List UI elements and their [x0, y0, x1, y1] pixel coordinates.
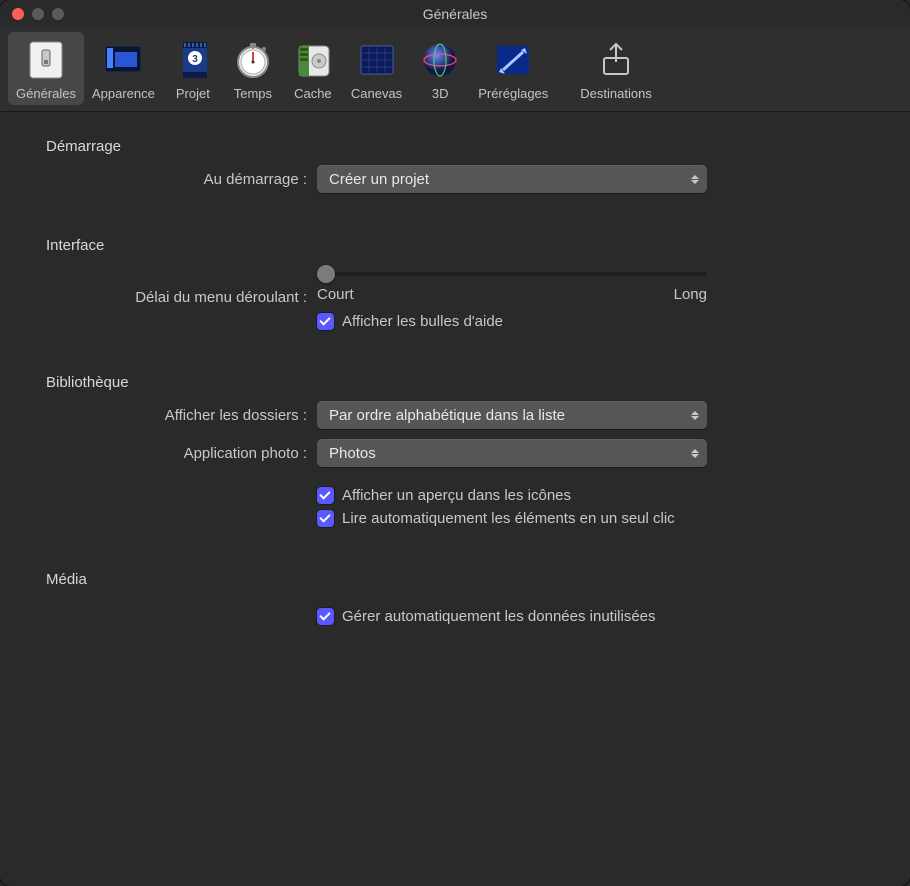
window-title: Générales	[0, 6, 910, 22]
minimize-button[interactable]	[32, 8, 44, 20]
select-value: Par ordre alphabétique dans la liste	[329, 407, 565, 424]
checkbox-auto-manage[interactable]: Gérer automatiquement les données inutil…	[317, 608, 888, 625]
tab-project[interactable]: 3 Projet	[163, 32, 223, 105]
tab-label: Destinations	[580, 86, 652, 101]
select-value: Créer un projet	[329, 171, 429, 188]
tab-time[interactable]: Temps	[223, 32, 283, 105]
select-photo-app[interactable]: Photos	[317, 439, 707, 467]
checkbox-label: Gérer automatiquement les données inutil…	[342, 608, 656, 625]
label-dropdown-delay: Délai du menu déroulant :	[22, 289, 317, 306]
content-area: Démarrage Au démarrage : Créer un projet…	[0, 112, 910, 653]
3d-icon	[418, 38, 462, 82]
row-photo-app: Application photo : Photos	[22, 439, 888, 467]
tab-label: 3D	[432, 86, 449, 101]
slider-min-label: Court	[317, 286, 354, 303]
tab-presets[interactable]: Préréglages	[470, 32, 556, 105]
updown-icon	[691, 175, 699, 184]
checkbox-label: Lire automatiquement les éléments en un …	[342, 510, 675, 527]
general-icon	[24, 38, 68, 82]
label-show-folders: Afficher les dossiers :	[22, 407, 317, 424]
preferences-window: Générales Générales App	[0, 0, 910, 886]
row-library-checks: Afficher un aperçu dans les icônes Lire …	[22, 477, 888, 527]
select-value: Photos	[329, 445, 376, 462]
close-button[interactable]	[12, 8, 24, 20]
tab-appearance[interactable]: Apparence	[84, 32, 163, 105]
share-icon	[594, 38, 638, 82]
label-on-startup: Au démarrage :	[22, 171, 317, 188]
canvas-icon	[355, 38, 399, 82]
cache-icon	[291, 38, 335, 82]
toolbar: Générales Apparence	[0, 28, 910, 112]
slider-thumb[interactable]	[317, 265, 335, 283]
updown-icon	[691, 449, 699, 458]
select-on-startup[interactable]: Créer un projet	[317, 165, 707, 193]
checkbox-icon	[317, 608, 334, 625]
row-on-startup: Au démarrage : Créer un projet	[22, 165, 888, 193]
traffic-lights	[12, 8, 64, 20]
updown-icon	[691, 411, 699, 420]
select-show-folders[interactable]: Par ordre alphabétique dans la liste	[317, 401, 707, 429]
section-library-title: Bibliothèque	[46, 374, 888, 391]
row-dropdown-delay: Délai du menu déroulant : Court Long Aff…	[22, 264, 888, 330]
svg-text:3: 3	[192, 54, 198, 65]
checkbox-label: Afficher les bulles d'aide	[342, 313, 503, 330]
titlebar: Générales	[0, 0, 910, 28]
tab-label: Temps	[234, 86, 272, 101]
maximize-button[interactable]	[52, 8, 64, 20]
checkbox-icon-previews[interactable]: Afficher un aperçu dans les icônes	[317, 487, 888, 504]
tab-cache[interactable]: Cache	[283, 32, 343, 105]
label-photo-app: Application photo :	[22, 445, 317, 462]
section-interface-title: Interface	[46, 237, 888, 254]
tab-general[interactable]: Générales	[8, 32, 84, 105]
checkbox-autoplay[interactable]: Lire automatiquement les éléments en un …	[317, 510, 888, 527]
tab-label: Cache	[294, 86, 332, 101]
tab-label: Canevas	[351, 86, 402, 101]
tab-label: Générales	[16, 86, 76, 101]
checkbox-icon	[317, 510, 334, 527]
tab-canvas[interactable]: Canevas	[343, 32, 410, 105]
row-media-checks: Gérer automatiquement les données inutil…	[22, 598, 888, 625]
section-media-title: Média	[46, 571, 888, 588]
checkbox-icon	[317, 487, 334, 504]
tab-label: Projet	[176, 86, 210, 101]
checkbox-tooltips[interactable]: Afficher les bulles d'aide	[317, 313, 707, 330]
tab-destinations[interactable]: Destinations	[572, 32, 660, 105]
slider-max-label: Long	[674, 286, 707, 303]
checkbox-label: Afficher un aperçu dans les icônes	[342, 487, 571, 504]
tab-label: Préréglages	[478, 86, 548, 101]
tab-label: Apparence	[92, 86, 155, 101]
appearance-icon	[101, 38, 145, 82]
time-icon	[231, 38, 275, 82]
checkbox-icon	[317, 313, 334, 330]
presets-icon	[491, 38, 535, 82]
row-show-folders: Afficher les dossiers : Par ordre alphab…	[22, 401, 888, 429]
tab-3d[interactable]: 3D	[410, 32, 470, 105]
slider-delay[interactable]	[317, 272, 707, 276]
section-startup-title: Démarrage	[46, 138, 888, 155]
project-icon: 3	[171, 38, 215, 82]
